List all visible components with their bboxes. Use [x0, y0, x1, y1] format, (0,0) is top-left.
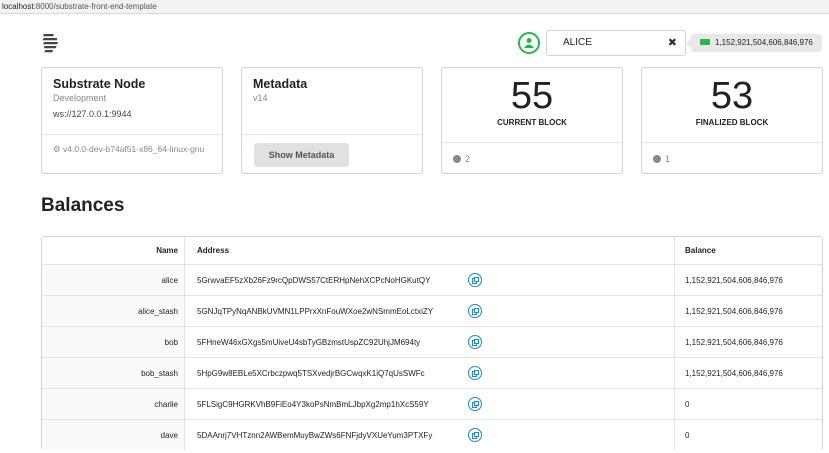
table-row: dave 5DAAnrj7VHTznn2AWBemMuyBwZWs6FNFjdyV…: [42, 419, 822, 450]
row-address: 5DAAnrj7VHTznn2AWBemMuyBwZWs6FNFjdyVXUeY…: [197, 430, 433, 440]
row-balance: 1,152,921,504,606,846,976: [674, 327, 824, 357]
gear-icon: ⚙: [53, 144, 61, 154]
finalized-block-card: 53 FINALIZED BLOCK 1: [641, 67, 823, 174]
row-name: alice: [42, 265, 185, 295]
row-address: 5GNJqTPyNqANBkUVMN1LPPrxXnFouWXoe2wNSmmE…: [197, 306, 434, 316]
table-row: bob 5FHneW46xGXgs5mUiveU4sbTyGBzmstUspZC9…: [42, 326, 822, 357]
copy-icon[interactable]: [468, 366, 482, 380]
row-balance: 1,152,921,504,606,846,976: [674, 265, 824, 295]
row-address: 5FHneW46xGXgs5mUiveU4sbTyGBzmstUspZC92Uh…: [197, 337, 421, 347]
copy-icon[interactable]: [468, 428, 482, 442]
node-chain: Development: [53, 93, 107, 103]
show-metadata-button[interactable]: Show Metadata: [254, 143, 349, 167]
account-balance-badge: 1,152,921,504,606,846,976: [686, 34, 822, 52]
clear-icon[interactable]: ✖: [668, 31, 677, 55]
row-balance: 1,152,921,504,606,846,976: [674, 296, 824, 326]
table-row: alice 5GrwvaEF5zXb26Fz9rcQpDWS57CtERHpNeh…: [42, 264, 822, 295]
finalized-block-footer: [642, 142, 822, 143]
metadata-version: v14: [253, 93, 268, 103]
node-info-card: Substrate Node Development ws://127.0.0.…: [41, 67, 223, 174]
row-balance: 0: [674, 420, 824, 450]
copy-icon[interactable]: [468, 273, 482, 287]
copy-icon[interactable]: [468, 335, 482, 349]
metadata-card: Metadata v14 Show Metadata: [241, 67, 423, 174]
address-bar[interactable]: localhost:8000/substrate-front-end-templ…: [0, 0, 829, 14]
clock-icon: [653, 154, 661, 163]
balances-table: Name Address Balance alice 5GrwvaEF5zXb26…: [41, 236, 823, 450]
substrate-logo-icon: [42, 34, 58, 53]
finalized-block-number: 53: [710, 75, 754, 117]
balances-heading: Balances: [41, 195, 125, 216]
url-path: :8000/substrate-front-end-template: [33, 2, 157, 11]
account-selected: ALICE: [563, 37, 592, 48]
copy-icon[interactable]: [468, 304, 482, 318]
copy-icon[interactable]: [468, 397, 482, 411]
metadata-actions: Show Metadata: [242, 134, 422, 167]
current-block-footer: [442, 142, 622, 143]
header-name: Name: [42, 237, 185, 264]
table-header-row: Name Address Balance: [42, 237, 822, 264]
wallet-icon: [700, 38, 710, 45]
row-balance: 1,152,921,504,606,846,976: [674, 358, 824, 388]
node-version-section: ⚙ v4.0.0-dev-b74af51-x86_64-linux-gnu: [42, 134, 222, 154]
table-row: bob_stash 5HpG9w8EBLe5XCrbczpwq5TSXvedjrB…: [42, 357, 822, 388]
node-version: v4.0.0-dev-b74af51-x86_64-linux-gnu: [63, 144, 205, 154]
current-block-number: 55: [510, 75, 554, 117]
account-balance: 1,152,921,504,606,846,976: [715, 38, 813, 47]
account-avatar-icon[interactable]: [518, 32, 540, 54]
row-address: 5HpG9w8EBLe5XCrbczpwq5TSXvedjrBGCwqxK1iQ…: [197, 368, 425, 378]
row-address: 5GrwvaEF5zXb26Fz9rcQpDWS57CtERHpNehXCPcN…: [197, 275, 431, 285]
account-selector[interactable]: ALICE ✖: [546, 30, 686, 56]
row-name: bob_stash: [42, 358, 185, 388]
finalized-block-label: FINALIZED BLOCK: [695, 118, 769, 127]
row-name: dave: [42, 420, 185, 450]
current-block-timer: 2: [465, 154, 471, 164]
header-address: Address: [197, 246, 230, 255]
node-socket: ws://127.0.0.1:9944: [53, 109, 132, 119]
table-row: charlie 5FLSigC9HGRKVhB9FiEo4Y3koPsNmBmLJ…: [42, 388, 822, 419]
url-host: localhost: [2, 2, 34, 11]
row-name: bob: [42, 327, 185, 357]
current-block-label: CURRENT BLOCK: [497, 118, 567, 127]
current-block-card: 55 CURRENT BLOCK 2: [441, 67, 623, 174]
node-title: Substrate Node: [53, 77, 146, 91]
row-address: 5FLSigC9HGRKVhB9FiEo4Y3koPsNmBmLJbpXg2mp…: [197, 399, 429, 409]
row-name: charlie: [42, 389, 185, 419]
row-balance: 0: [674, 389, 824, 419]
row-name: alice_stash: [42, 296, 185, 326]
metadata-title: Metadata: [253, 77, 308, 91]
header-balance: Balance: [674, 237, 824, 264]
clock-icon: [453, 154, 461, 163]
finalized-block-timer: 1: [665, 154, 671, 164]
table-row: alice_stash 5GNJqTPyNqANBkUVMN1LPPrxXnFou…: [42, 295, 822, 326]
